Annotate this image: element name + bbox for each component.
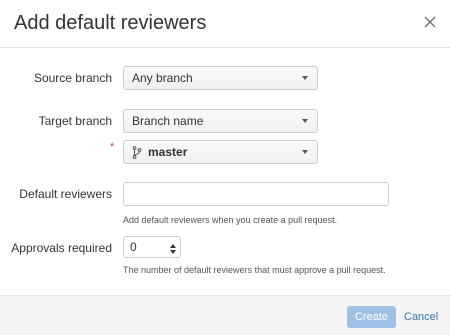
required-marker: *	[110, 141, 115, 153]
approvals-required-stepper[interactable]: 0	[123, 236, 181, 258]
source-branch-select[interactable]: Any branch	[123, 66, 318, 90]
dialog-title: Add default reviewers	[14, 12, 207, 34]
approvals-required-value: 0	[130, 240, 137, 254]
chevron-down-icon	[302, 119, 308, 123]
chevron-down-icon	[302, 76, 308, 80]
target-branch-label: Target branch	[38, 114, 112, 128]
default-reviewers-input[interactable]	[123, 182, 389, 206]
source-branch-value: Any branch	[132, 71, 193, 85]
cancel-button[interactable]: Cancel	[404, 306, 438, 328]
source-branch-label: Source branch	[33, 71, 112, 85]
approvals-required-help: The number of default reviewers that mus…	[123, 265, 386, 275]
chevron-down-icon	[302, 150, 308, 154]
target-branch-value: Branch name	[132, 114, 204, 128]
branch-icon	[132, 144, 142, 166]
default-reviewers-label: Default reviewers	[19, 187, 112, 201]
dialog-body: Source branch Any branch Target branch B…	[0, 49, 450, 295]
approvals-required-label: Approvals required	[11, 241, 112, 255]
target-branch-select[interactable]: Branch name	[123, 109, 318, 133]
dialog-footer: Create Cancel	[0, 295, 450, 335]
close-icon[interactable]	[422, 14, 438, 30]
default-reviewers-help: Add default reviewers when you create a …	[123, 215, 338, 225]
branch-select[interactable]: master	[123, 140, 318, 164]
dialog-header: Add default reviewers	[0, 0, 450, 48]
branch-value: master	[148, 145, 188, 159]
stepper-arrows-icon[interactable]	[170, 241, 176, 254]
create-button[interactable]: Create	[347, 306, 396, 328]
add-default-reviewers-dialog: Add default reviewers Source branch Any …	[0, 0, 450, 335]
